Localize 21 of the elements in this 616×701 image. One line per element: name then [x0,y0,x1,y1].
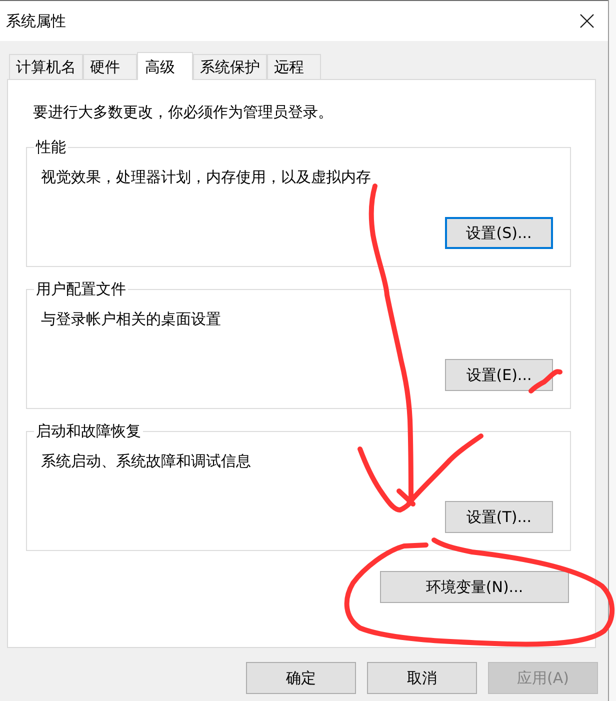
group-title: 用户配置文件 [35,279,127,299]
environment-variables-button[interactable]: 环境变量(N)... [380,571,569,603]
cancel-button[interactable]: 取消 [367,662,477,694]
settings-button[interactable]: 设置(S)... [445,217,553,249]
group-description: 视觉效果，处理器计划，内存使用，以及虚拟内存 [40,167,372,187]
settings-button[interactable]: 设置(T)... [445,501,553,533]
tab[interactable]: 系统保护 [193,54,267,79]
group-description: 与登录帐户相关的桌面设置 [40,309,222,329]
admin-notice: 要进行大多数更改，你必须作为管理员登录。 [33,102,334,122]
tab[interactable]: 硬件 [83,54,137,79]
group-title: 性能 [34,137,67,157]
settings-button[interactable]: 设置(E)... [445,359,553,391]
window-title: 系统属性 [6,11,66,31]
group-description: 系统启动、系统故障和调试信息 [40,451,252,471]
tab[interactable]: 高级 [137,52,193,80]
close-icon[interactable] [580,14,594,28]
ok-button[interactable]: 确定 [246,662,356,694]
hand-drawn-stroke [528,369,562,394]
tab[interactable]: 计算机名 [9,54,83,79]
tab[interactable]: 远程 [267,54,321,79]
group-title: 启动和故障恢复 [35,421,142,441]
